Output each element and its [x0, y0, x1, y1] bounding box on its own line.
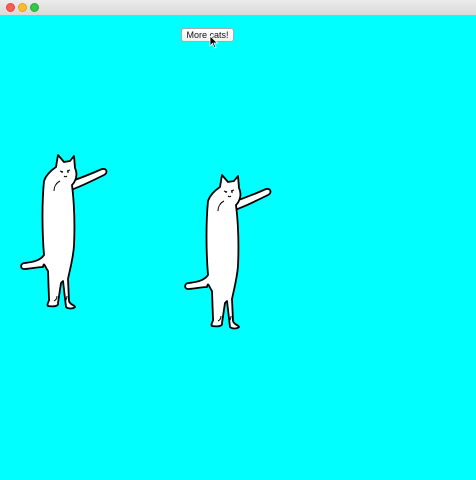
zoom-icon[interactable] — [30, 3, 39, 12]
more-cats-button[interactable]: More cats! — [181, 28, 234, 42]
cat-sprite — [184, 174, 272, 330]
close-icon[interactable] — [6, 3, 15, 12]
minimize-icon[interactable] — [18, 3, 27, 12]
app-window: More cats! — [0, 0, 476, 480]
canvas-area: More cats! — [0, 16, 476, 480]
title-bar[interactable] — [0, 0, 476, 16]
cat-sprite — [20, 154, 108, 310]
mouse-pointer-icon — [209, 35, 219, 49]
